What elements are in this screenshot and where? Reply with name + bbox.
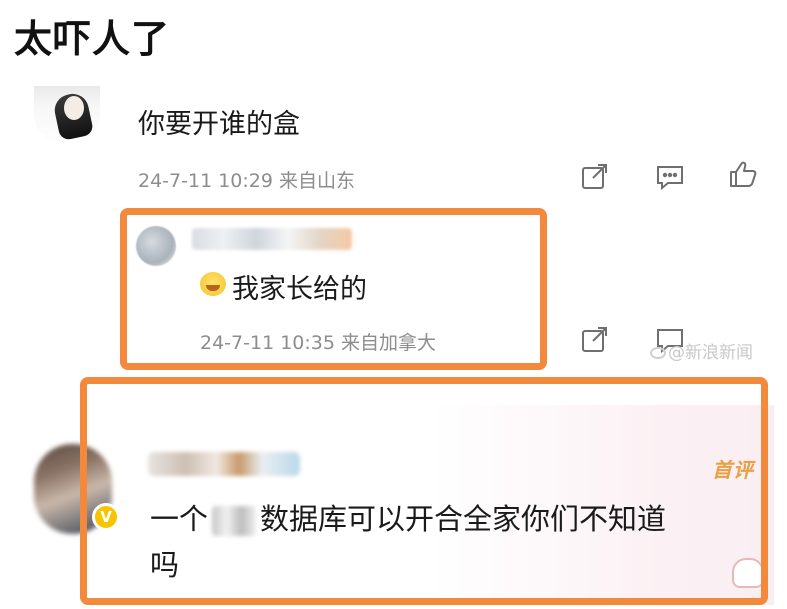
page-title: 太吓人了 [14,17,171,61]
reply-avatar[interactable] [136,226,176,266]
share-icon[interactable] [580,326,610,354]
share-icon[interactable] [580,163,610,191]
comment-meta: 24-7-11 10:29 来自山东 [138,170,355,192]
reply-username-blurred[interactable] [192,228,352,250]
commenter-avatar[interactable] [34,86,100,146]
comment-text: 你要开谁的盒 [138,109,300,140]
like-icon[interactable] [728,160,758,188]
weibo-logo-icon [650,347,666,359]
reply-text: 我家长给的 [232,274,367,305]
reply-meta: 24-7-11 10:35 来自加拿大 [200,332,436,354]
comment-icon[interactable] [655,163,685,191]
highlight-box-comment [80,377,768,605]
crying-face-emoji [200,272,226,296]
weibo-watermark: @新浪新闻 [650,338,753,363]
